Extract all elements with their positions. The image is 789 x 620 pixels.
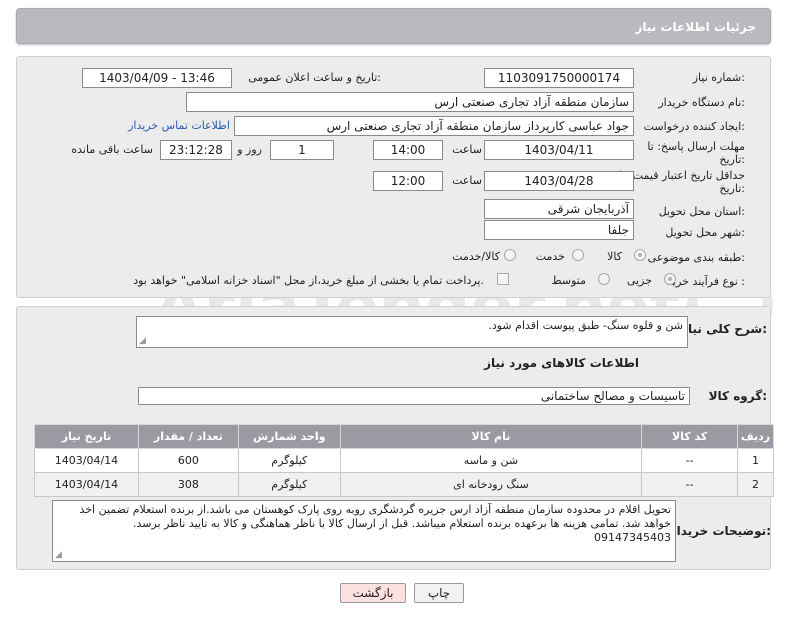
category-service-label: خدمت [535,250,565,263]
buyer-notes-textarea[interactable]: تحویل اقلام در محدوده سازمان منطقه آزاد … [52,500,676,562]
need-summary-textarea[interactable]: شن و قلوه سنگ- طبق پیوست اقدام شود. ◢ [136,316,688,348]
need-summary-text: شن و قلوه سنگ- طبق پیوست اقدام شود. [488,319,683,332]
price-validity-date-field: 1403/04/28 [484,171,634,191]
back-button[interactable]: بازگشت [340,583,406,603]
col-header-need-date: تاریخ نیاز [34,424,139,449]
price-validity-label: حداقل تاریخ اعتبار قیمت: تا [619,169,745,182]
category-goods-radio[interactable] [634,249,646,261]
price-validity-date-label: تاریخ: [719,182,745,195]
print-button[interactable]: چاپ [414,583,464,603]
cell-need-date: 1403/04/14 [34,472,139,497]
col-header-unit: واحد شمارش [237,424,341,449]
cell-goods-code: -- [641,472,739,497]
price-validity-time-field: 12:00 [373,171,443,191]
cell-row-number: 2 [737,472,774,497]
cell-need-date: 1403/04/14 [34,448,139,473]
buyer-notes-text: تحویل اقلام در محدوده سازمان منطقه آزاد … [79,503,671,544]
cell-row-number: 1 [737,448,774,473]
province-label: استان محل تحویل: [658,205,745,218]
category-goods-service-label: کالا/خدمت [452,250,500,263]
province-field: آذربایجان شرقی [484,199,634,219]
creator-field: جواد عباسی کارپرداز سازمان منطقه آزاد تج… [234,116,634,136]
announce-datetime-label: تاریخ و ساعت اعلان عمومی: [248,71,381,84]
resize-grip-icon[interactable]: ◢ [55,551,62,560]
time-remaining-label: ساعت باقی مانده [71,143,153,156]
process-minor-radio[interactable] [664,273,676,285]
deadline-date-label: تاریخ: [719,153,745,166]
table-row: 1 -- شن و ماسه کیلوگرم 600 1403/04/14 [34,448,774,473]
need-number-label: شماره نیاز: [692,71,745,84]
goods-table: ردیف کد کالا نام کالا واحد شمارش تعداد /… [34,424,774,497]
cell-unit: کیلوگرم [237,448,341,473]
announce-datetime-field: 1403/04/09 - 13:46 [82,68,232,88]
page-header: جزئیات اطلاعات نیاز [16,8,771,44]
cell-quantity: 600 [137,448,239,473]
deadline-time-label: ساعت [452,143,482,156]
category-service-radio[interactable] [572,249,584,261]
buyer-org-field: سازمان منطقه آزاد تجاری صنعتی ارس [186,92,634,112]
goods-group-field: تاسیسات و مصالح ساختمانی [138,387,690,405]
cell-quantity: 308 [137,472,239,497]
treasury-payment-checkbox[interactable] [497,273,509,285]
price-validity-time-label: ساعت [452,174,482,187]
col-header-goods-name: نام کالا [339,424,643,449]
deadline-time-field: 14:00 [373,140,443,160]
buyer-notes-label: توضیحات خریدار: [669,524,771,538]
days-remaining-field: 1 [270,140,334,160]
treasury-payment-note: پرداخت تمام یا بخشی از مبلغ خرید،از محل … [133,274,484,287]
need-number-field: 1103091750000174 [484,68,634,88]
col-header-goods-code: کد کالا [641,424,739,449]
deadline-label: مهلت ارسال پاسخ: تا [647,140,745,153]
days-label: روز و [237,143,262,156]
process-medium-label: متوسط [551,274,586,287]
col-header-quantity: تعداد / مقدار [137,424,239,449]
col-header-row-number: ردیف [737,424,774,449]
cell-goods-name: شن و ماسه [339,448,643,473]
category-goods-label: کالا [607,250,622,263]
deadline-date-field: 1403/04/11 [484,140,634,160]
resize-grip-icon[interactable]: ◢ [139,337,146,346]
buyer-org-label: نام دستگاه خریدار: [658,96,745,109]
cell-unit: کیلوگرم [237,472,341,497]
category-goods-service-radio[interactable] [504,249,516,261]
process-minor-label: جزیی [626,274,652,287]
category-label: طبقه بندی موضوعی: [647,251,745,264]
city-label: شهر محل تحویل: [665,226,745,239]
process-type-label: نوع فرآیند خرید : [667,275,745,288]
cell-goods-name: سنگ رودخانه ای [339,472,643,497]
time-remaining-field: 23:12:28 [160,140,232,160]
goods-group-label: گروه کالا: [708,389,767,403]
goods-info-title: اطلاعات کالاهای مورد نیاز [484,356,639,370]
creator-label: ایجاد کننده درخواست: [643,120,745,133]
city-field: جلفا [484,220,634,240]
table-row: 2 -- سنگ رودخانه ای کیلوگرم 308 1403/04/… [34,472,774,497]
buyer-contact-link[interactable]: اطلاعات تماس خریدار [128,119,230,132]
cell-goods-code: -- [641,448,739,473]
process-medium-radio[interactable] [598,273,610,285]
page-title: جزئیات اطلاعات نیاز [635,20,756,34]
need-summary-label: شرح کلی نیاز: [681,322,767,336]
table-header-row: ردیف کد کالا نام کالا واحد شمارش تعداد /… [34,424,774,449]
